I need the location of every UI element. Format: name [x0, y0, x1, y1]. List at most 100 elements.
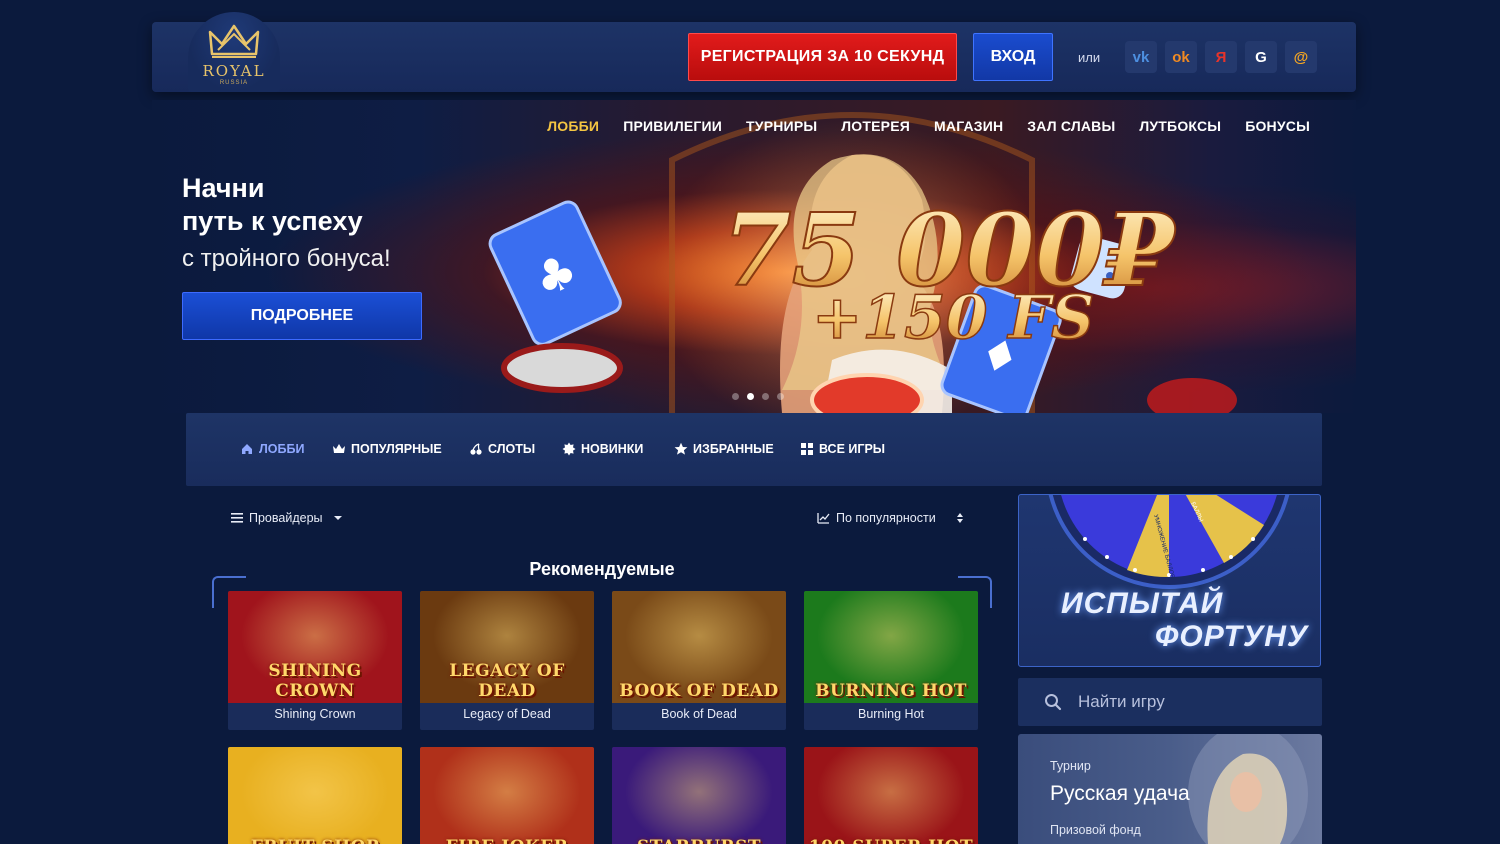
game-title: Burning Hot [857, 707, 924, 721]
game-logo-text: BOOK OF DEAD [619, 681, 779, 701]
tournament-label: Турнир [1050, 759, 1091, 773]
category-label: ПОПУЛЯРНЫЕ [351, 442, 442, 456]
providers-label: Провайдеры [249, 511, 323, 525]
providers-dropdown[interactable]: Провайдеры [231, 511, 343, 525]
nav-item-5[interactable]: ЗАЛ СЛАВЫ [1027, 118, 1115, 134]
grid-icon [801, 443, 813, 455]
register-button[interactable]: РЕГИСТРАЦИЯ ЗА 10 СЕКУНД [688, 33, 957, 81]
category-label: НОВИНКИ [581, 442, 644, 456]
star-icon [674, 442, 688, 455]
sort-label: По популярности [836, 511, 936, 525]
hero-title-line2: путь к успеху [182, 206, 363, 236]
nav-item-6[interactable]: ЛУТБОКСЫ [1139, 118, 1221, 134]
category-label: ИЗБРАННЫЕ [693, 442, 774, 456]
game-card[interactable]: FRUIT SHOP [228, 747, 402, 844]
odnoklassniki-login-button[interactable]: ok [1165, 41, 1197, 73]
game-thumbnail: FRUIT SHOP [228, 747, 402, 844]
bonus-freespins-text: +150 FS [812, 283, 1094, 353]
login-button[interactable]: ВХОД [973, 33, 1053, 81]
game-title: Legacy of Dead [463, 707, 551, 721]
game-card[interactable]: 100 SUPER HOT [804, 747, 978, 844]
game-logo-text: 100 SUPER HOT [804, 837, 978, 844]
yandex-login-button[interactable]: Я [1205, 41, 1237, 73]
mailru-login-button[interactable]: @ [1285, 41, 1317, 73]
nav-item-4[interactable]: МАГАЗИН [934, 118, 1003, 134]
slider-dot[interactable] [747, 393, 754, 400]
game-thumbnail: LEGACY OF DEAD [420, 591, 594, 703]
game-thumbnail: STARBURST [612, 747, 786, 844]
new-badge-icon [562, 442, 576, 456]
main-nav: ЛОББИ ПРИВИЛЕГИИ ТУРНИРЫ ЛОТЕРЕЯ МАГАЗИН ЗАЛ … [547, 118, 1310, 134]
sort-dropdown[interactable]: По популярности [817, 511, 964, 525]
game-card[interactable]: SHINING CROWN Shining Crown [228, 591, 402, 730]
category-label: СЛОТЫ [488, 442, 536, 456]
search-input[interactable] [1078, 692, 1298, 712]
crown-logo-icon [208, 24, 260, 58]
slider-dots[interactable] [732, 393, 784, 400]
game-logo-text: FIRE JOKER [420, 837, 594, 844]
search-icon [1045, 694, 1062, 711]
slider-dot[interactable] [777, 393, 784, 400]
category-tab-all-games[interactable]: ВСЕ ИГРЫ [800, 442, 885, 456]
game-card[interactable]: LEGACY OF DEAD Legacy of Dead [420, 591, 594, 730]
google-icon: G [1255, 48, 1267, 66]
category-tab-slots[interactable]: СЛОТЫ [469, 442, 535, 456]
slider-dot[interactable] [732, 393, 739, 400]
top-bar: ROYAL RUSSIA РЕГИСТРАЦИЯ ЗА 10 СЕКУНД ВХ… [152, 12, 1356, 92]
game-search[interactable] [1018, 678, 1322, 726]
game-thumbnail: BOOK OF DEAD [612, 591, 786, 703]
recommended-title: Рекомендуемые [529, 559, 675, 579]
game-thumbnail: SHINING CROWN [228, 591, 402, 703]
game-card[interactable]: BURNING HOT Burning Hot [804, 591, 978, 730]
game-logo-text: STARBURST [612, 837, 786, 844]
category-label: ЛОББИ [259, 442, 305, 456]
nav-item-2[interactable]: ТУРНИРЫ [746, 118, 817, 134]
fortune-wheel-icon: УМНОЖЕНИЕ БАЛЛОВ БАЛЛЫ [1048, 495, 1290, 589]
cherry-icon [470, 443, 482, 455]
vk-login-button[interactable]: vk [1125, 41, 1157, 73]
list-icon [231, 513, 243, 523]
fortune-wheel-banner[interactable]: УМНОЖЕНИЕ БАЛЛОВ БАЛЛЫ ИСПЫТАЙ ФОРТУНУ [1018, 494, 1321, 667]
logo-text: ROYAL [202, 62, 266, 80]
fortune-title-line2: ФОРТУНУ [1155, 620, 1309, 653]
chevron-down-icon [333, 516, 342, 520]
hero-details-button[interactable]: ПОДРОБНЕЕ [182, 292, 422, 340]
slider-dot[interactable] [762, 393, 769, 400]
nav-item-3[interactable]: ЛОТЕРЕЯ [841, 118, 910, 134]
game-card[interactable]: FIRE JOKER [420, 747, 594, 844]
category-tab-favorites[interactable]: ИЗБРАННЫЕ [674, 442, 774, 456]
home-icon [242, 444, 252, 454]
crown-icon [333, 444, 345, 453]
logo-subtext: RUSSIA [219, 80, 249, 86]
game-title: Book of Dead [661, 707, 737, 721]
hero-banner[interactable]: ♣ ♦ 75 000₽ +150 FS Начни путь к успеху … [152, 100, 1356, 413]
chart-trend-icon [817, 513, 830, 524]
category-tab-popular[interactable]: ПОПУЛЯРНЫЕ [332, 442, 442, 456]
nav-item-1[interactable]: ПРИВИЛЕГИИ [623, 118, 722, 134]
game-card[interactable]: BOOK OF DEAD Book of Dead [612, 591, 786, 730]
hero-title: Начни путь к успеху [182, 172, 363, 238]
category-label: ВСЕ ИГРЫ [819, 442, 886, 456]
hero-artwork: ♣ ♦ 75 000₽ +150 FS [488, 112, 1237, 413]
game-logo-text: BURNING HOT [815, 681, 967, 701]
fortune-title-line1: ИСПЫТАЙ [1061, 587, 1224, 620]
tournament-card[interactable]: Турнир Русская удача Призовой фонд [1018, 734, 1322, 844]
logo[interactable]: ROYAL RUSSIA [188, 12, 280, 92]
game-logo-text: FRUIT SHOP [228, 837, 402, 844]
category-tab-new[interactable]: НОВИНКИ [562, 442, 643, 456]
odnoklassniki-icon: ok [1172, 48, 1190, 66]
game-logo-text: SHINING CROWN [268, 661, 362, 701]
tournament-prize-label: Призовой фонд [1050, 823, 1141, 837]
vk-icon: vk [1132, 48, 1150, 66]
game-thumbnail: BURNING HOT [804, 591, 978, 703]
nav-item-0[interactable]: ЛОББИ [547, 118, 599, 134]
game-card[interactable]: STARBURST [612, 747, 786, 844]
or-label: или [1078, 50, 1101, 65]
sort-arrows-icon [956, 513, 963, 523]
game-logo-text: LEGACY OF DEAD [449, 661, 565, 701]
hero-title-line1: Начни [182, 173, 265, 203]
category-tab-lobby[interactable]: ЛОББИ [240, 442, 304, 456]
nav-item-7[interactable]: БОНУСЫ [1245, 118, 1310, 134]
google-login-button[interactable]: G [1245, 41, 1277, 73]
game-thumbnail: 100 SUPER HOT [804, 747, 978, 844]
